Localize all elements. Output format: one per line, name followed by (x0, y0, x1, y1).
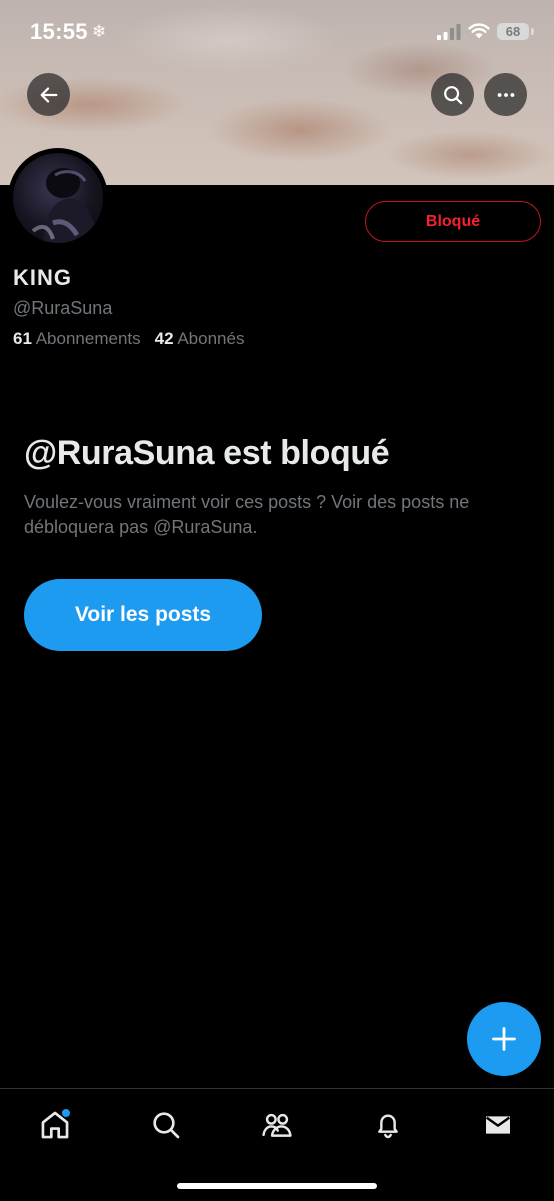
blocked-button[interactable]: Bloqué (365, 201, 541, 242)
blocked-title: @RuraSuna est bloqué (24, 434, 390, 472)
snowflake-icon: ❄ (92, 22, 107, 41)
tab-home[interactable] (35, 1105, 75, 1145)
following-label: Abonnements (35, 329, 141, 348)
home-notification-dot (62, 1109, 70, 1117)
more-icon (497, 92, 514, 97)
followers-count: 42 (154, 329, 174, 348)
more-button[interactable] (484, 73, 527, 116)
plus-icon (492, 1027, 516, 1051)
followers-link[interactable]: 42 Abonnés (155, 329, 245, 348)
followers-label: Abonnés (177, 329, 245, 348)
profile-handle: @RuraSuna (13, 298, 113, 318)
battery-cap (531, 28, 534, 35)
avatar-image (13, 153, 103, 243)
view-posts-button[interactable]: Voir les posts (24, 579, 262, 651)
tab-search[interactable] (146, 1105, 186, 1145)
following-count: 61 (13, 329, 32, 348)
signal-icon (437, 24, 461, 40)
display-name: KING (13, 265, 72, 290)
avatar[interactable] (8, 148, 108, 248)
compose-button[interactable] (467, 1002, 541, 1076)
search-icon (153, 1112, 180, 1139)
following-link[interactable]: 61 Abonnements (13, 329, 141, 348)
home-indicator (177, 1183, 377, 1189)
blocked-description: Voulez-vous vraiment voir ces posts ? Vo… (24, 492, 470, 537)
messages-icon (485, 1116, 511, 1134)
communities-icon (262, 1113, 292, 1137)
status-time: 15:55 (30, 19, 88, 44)
tab-communities[interactable] (257, 1105, 297, 1145)
avatar-figure (31, 168, 99, 243)
back-button[interactable] (27, 73, 70, 116)
tab-notifications[interactable] (368, 1105, 408, 1145)
search-button[interactable] (431, 73, 474, 116)
back-arrow-icon (40, 86, 57, 103)
status-bar: 15:55 ❄ 68 (0, 0, 554, 64)
battery-icon: 68 (497, 23, 529, 40)
notifications-icon (378, 1114, 398, 1139)
search-icon (443, 85, 462, 104)
wifi-icon (468, 23, 490, 39)
profile-stats: 61 Abonnements 42 Abonnés (13, 329, 244, 349)
tab-messages[interactable] (478, 1105, 518, 1145)
